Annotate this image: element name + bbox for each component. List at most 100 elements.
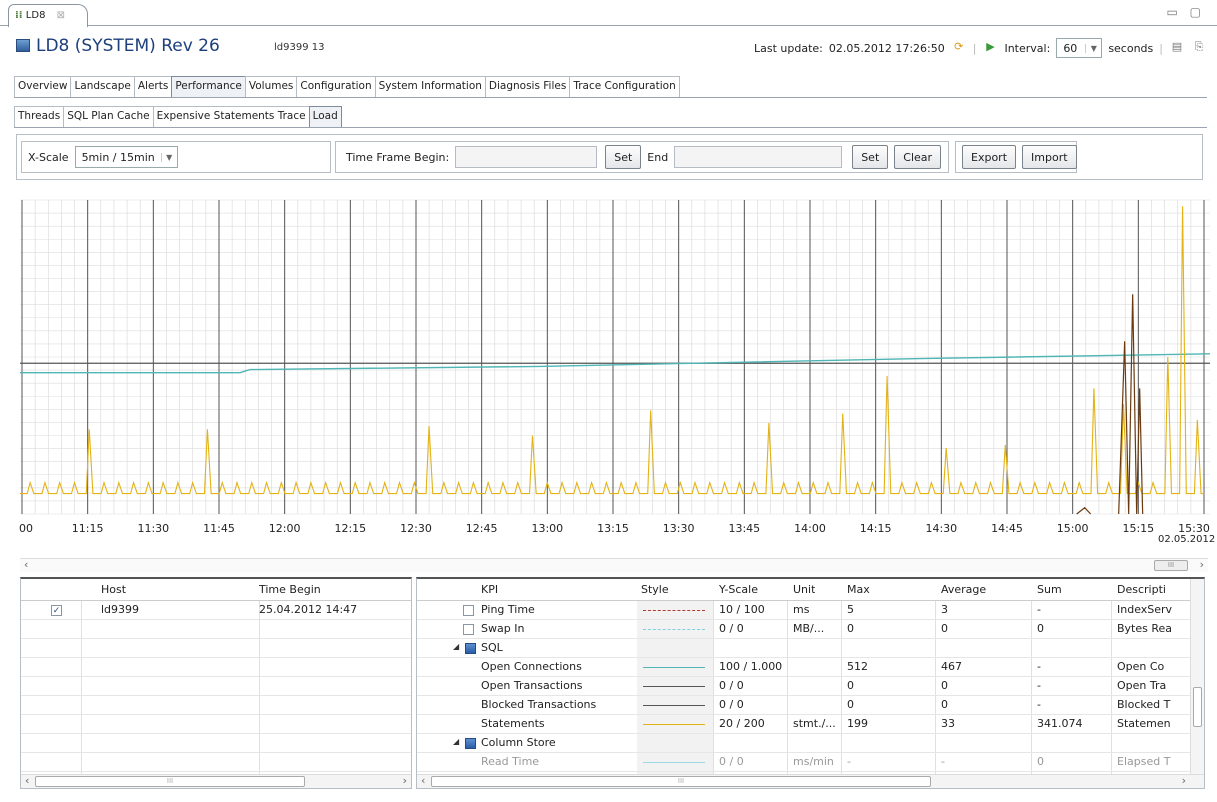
- import-button[interactable]: Import: [1022, 145, 1077, 169]
- play-icon[interactable]: ▶: [982, 40, 998, 56]
- column-header-time-begin[interactable]: Time Begin: [259, 583, 321, 596]
- column-header-kpi[interactable]: KPI: [481, 583, 498, 596]
- time-frame-begin-input[interactable]: [455, 146, 598, 168]
- kpi-row[interactable]: Ping Time 10 / 100 ms 5 3 - IndexServ: [417, 601, 1204, 620]
- subtab-sql-plan-cache[interactable]: SQL Plan Cache: [63, 106, 154, 127]
- subtab-load[interactable]: Load: [308, 106, 342, 127]
- kpi-row[interactable]: Blocked Transactions 0 / 0 0 0 - Blocked T: [417, 696, 1204, 715]
- column-header-host[interactable]: Host: [101, 583, 126, 596]
- clear-button[interactable]: Clear: [894, 145, 942, 169]
- kpi-horizontal-scrollbar[interactable]: ‹ III ›: [417, 774, 1204, 788]
- kpi-table-header: KPI Style Y-Scale Unit Max Average Sum Descript…: [417, 579, 1204, 601]
- kpi-style-swatch[interactable]: [643, 610, 705, 611]
- set-begin-button[interactable]: Set: [605, 145, 642, 169]
- tab-overview[interactable]: Overview: [14, 76, 72, 97]
- tab-performance[interactable]: Performance: [171, 76, 246, 97]
- kpi-sum: -: [1037, 698, 1041, 711]
- column-header-descripti[interactable]: Descripti: [1117, 583, 1166, 596]
- scroll-thumb[interactable]: III: [431, 776, 931, 787]
- scroll-right-icon[interactable]: ›: [1182, 774, 1186, 787]
- host-table-scrollbar[interactable]: ‹ III ›: [21, 774, 411, 788]
- scroll-right-icon[interactable]: ›: [1200, 558, 1204, 571]
- scroll-right-icon[interactable]: ›: [403, 774, 407, 787]
- editor-tab-ld8[interactable]: ⁞⁞ LD8 ⊠: [8, 4, 88, 27]
- kpi-yscale[interactable]: 20 / 200: [719, 717, 765, 730]
- tab-landscape[interactable]: Landscape: [70, 76, 135, 97]
- kpi-yscale[interactable]: 0 / 0: [719, 698, 744, 711]
- column-header-unit[interactable]: Unit: [793, 583, 815, 596]
- scroll-left-icon[interactable]: ‹: [25, 774, 29, 787]
- chart-canvas[interactable]: [20, 192, 1210, 522]
- host-id: ld9399 13: [274, 42, 325, 53]
- x-tick-label: 13:30: [662, 522, 695, 535]
- kpi-vertical-scrollbar[interactable]: [1190, 579, 1204, 774]
- expand-triangle-icon[interactable]: ◢: [453, 642, 459, 651]
- kpi-row[interactable]: Open Connections 100 / 1.000 512 467 - Open C…: [417, 658, 1204, 677]
- scroll-thumb[interactable]: [1193, 687, 1202, 727]
- kpi-checkbox[interactable]: [463, 605, 474, 616]
- refresh-controls: Last update: 02.05.2012 17:26:50 ⟳ | ▶ I…: [754, 38, 1207, 58]
- close-icon[interactable]: ⊠: [57, 10, 65, 21]
- kpi-group-row[interactable]: ◢ SQL: [417, 639, 1204, 658]
- kpi-style-swatch[interactable]: [643, 686, 705, 687]
- scroll-thumb[interactable]: III: [1154, 560, 1188, 571]
- interval-select[interactable]: 60 ▼: [1056, 38, 1103, 58]
- kpi-style-swatch[interactable]: [643, 629, 705, 630]
- kpi-yscale[interactable]: 100 / 1.000: [719, 660, 782, 673]
- kpi-yscale[interactable]: 0 / 0: [719, 755, 744, 768]
- host-checkbox[interactable]: ✓: [51, 605, 62, 616]
- tab-system-information[interactable]: System Information: [374, 76, 486, 97]
- kpi-average: 0: [941, 679, 948, 692]
- kpi-style-swatch[interactable]: [643, 705, 705, 706]
- column-header-y-scale[interactable]: Y-Scale: [719, 583, 758, 596]
- kpi-max: 5: [847, 603, 854, 616]
- scroll-left-icon[interactable]: ‹: [24, 558, 28, 571]
- kpi-name: Blocked Transactions: [481, 698, 597, 711]
- kpi-row[interactable]: Swap In 0 / 0 MB/... 0 0 0 Bytes Rea: [417, 620, 1204, 639]
- kpi-style-swatch[interactable]: [643, 667, 705, 668]
- document-icon[interactable]: ▤: [1169, 40, 1185, 56]
- x-tick-label: 13:15: [597, 522, 629, 535]
- export-doc-icon[interactable]: ⎘: [1191, 40, 1207, 56]
- kpi-yscale[interactable]: 10 / 100: [719, 603, 765, 616]
- export-button[interactable]: Export: [962, 145, 1017, 169]
- chevron-down-icon: ▼: [1085, 43, 1101, 53]
- refresh-icon[interactable]: ⟳: [951, 40, 967, 56]
- tab-configuration[interactable]: Configuration: [296, 76, 376, 97]
- grid-icon: ⁞⁞: [15, 10, 23, 21]
- tab-alerts[interactable]: Alerts: [133, 76, 173, 97]
- window-controls[interactable]: ▭ ▢: [1167, 5, 1206, 19]
- x-tick-label: 12:30: [400, 522, 432, 535]
- scroll-thumb[interactable]: III: [35, 776, 305, 787]
- tab-diagnosis-files[interactable]: Diagnosis Files: [484, 76, 571, 97]
- kpi-row[interactable]: Statements 20 / 200 stmt./... 199 33 341.074 S…: [417, 715, 1204, 734]
- column-header-sum[interactable]: Sum: [1037, 583, 1062, 596]
- kpi-name: Read Time: [481, 755, 540, 768]
- kpi-group-row[interactable]: ◢ Column Store: [417, 734, 1204, 753]
- kpi-style-swatch[interactable]: [643, 724, 705, 725]
- tab-trace-configuration[interactable]: Trace Configuration: [569, 76, 680, 97]
- kpi-style-swatch[interactable]: [643, 762, 705, 763]
- subtab-threads[interactable]: Threads: [14, 106, 65, 127]
- kpi-group-label: Column Store: [481, 736, 556, 749]
- kpi-max: 0: [847, 622, 854, 635]
- kpi-yscale[interactable]: 0 / 0: [719, 679, 744, 692]
- scroll-left-icon[interactable]: ‹: [421, 774, 425, 787]
- time-frame-end-input[interactable]: [674, 146, 843, 168]
- interval-unit: seconds: [1108, 41, 1154, 55]
- column-header-max[interactable]: Max: [847, 583, 870, 596]
- kpi-yscale[interactable]: 0 / 0: [719, 622, 744, 635]
- xscale-select[interactable]: 5min / 15min ▼: [74, 146, 178, 168]
- chart-horizontal-scrollbar[interactable]: ‹ III ›: [20, 558, 1208, 572]
- kpi-checkbox[interactable]: [463, 624, 474, 635]
- column-header-style[interactable]: Style: [641, 583, 669, 596]
- subtab-expensive-statements-trace[interactable]: Expensive Statements Trace: [152, 106, 310, 127]
- tab-volumes[interactable]: Volumes: [244, 76, 298, 97]
- interval-label: Interval:: [1004, 41, 1051, 55]
- expand-triangle-icon[interactable]: ◢: [453, 737, 459, 746]
- column-header-average[interactable]: Average: [941, 583, 986, 596]
- kpi-row[interactable]: Open Transactions 0 / 0 0 0 - Open Tra: [417, 677, 1204, 696]
- host-row[interactable]: ✓ ld9399 25.04.2012 14:47: [21, 601, 411, 620]
- set-end-button[interactable]: Set: [852, 145, 889, 169]
- kpi-row[interactable]: Read Time 0 / 0 ms/min - -0 Elapsed T: [417, 753, 1204, 772]
